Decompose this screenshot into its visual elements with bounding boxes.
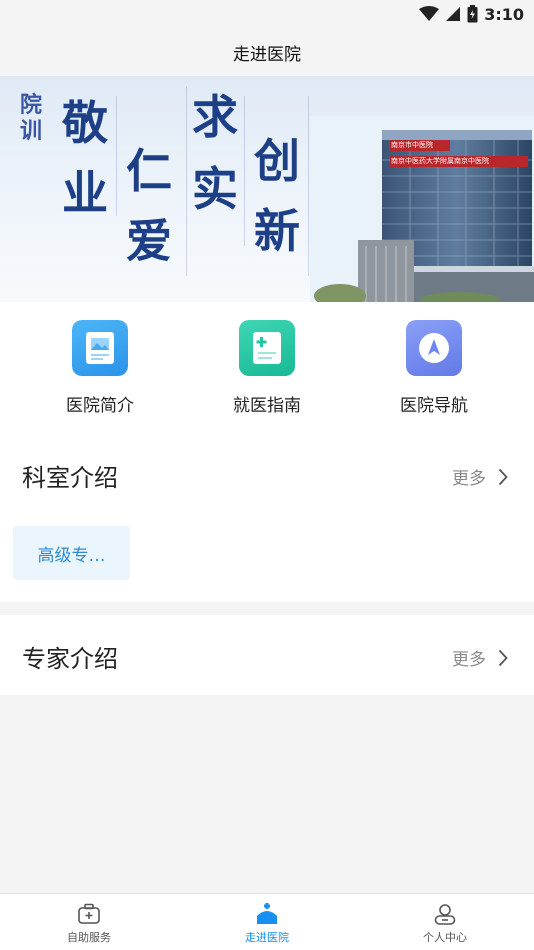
section-title: 专家介绍 <box>22 645 118 673</box>
medical-kit-icon <box>78 903 100 924</box>
more-label: 更多 <box>452 469 486 489</box>
battery-icon <box>467 5 478 23</box>
banner-divider <box>116 96 117 216</box>
wifi-icon <box>419 6 440 21</box>
nav-personal-center[interactable]: 个人中心 <box>356 894 534 950</box>
hospital-banner[interactable]: 院训 敬 业 仁 爱 求 实 创 新 南京市中医院 南京中医药大学附属南京中医院 <box>0 76 534 302</box>
quick-entry-label: 医院导航 <box>400 396 468 416</box>
medical-guide-entry[interactable]: 就医指南 <box>192 320 342 420</box>
banner-divider <box>308 96 309 276</box>
banner-divider <box>244 96 245 246</box>
expert-section-header: 专家介绍 更多 <box>0 615 534 695</box>
expert-section: 专家介绍 更多 <box>0 615 534 695</box>
user-icon <box>434 904 456 925</box>
banner-char: 爱 <box>126 214 172 268</box>
banner-char: 业 <box>62 166 108 220</box>
status-time: 3:10 <box>484 4 524 24</box>
status-bar: 3:10 <box>0 0 534 28</box>
bottom-navigation: 自助服务 走进医院 个人中心 <box>0 893 534 950</box>
department-tag[interactable]: 高级专… <box>13 526 130 580</box>
department-section-header: 科室介绍 更多 <box>0 434 534 514</box>
hospital-icon <box>257 903 277 924</box>
building-sign-text: 南京市中医院 <box>391 141 433 149</box>
building-sign-text: 南京中医药大学附属南京中医院 <box>391 157 489 165</box>
quick-entry-label: 就医指南 <box>233 396 301 416</box>
department-section: 科室介绍 更多 高级专… <box>0 434 534 602</box>
quick-entry-label: 医院简介 <box>66 396 134 416</box>
nav-label: 个人中心 <box>423 931 467 944</box>
banner-motto: 院训 <box>19 92 42 144</box>
quick-entry-panel: 医院简介 就医指南 医院导航 <box>0 302 534 434</box>
chevron-right-icon <box>498 649 508 666</box>
banner-char: 新 <box>254 204 300 258</box>
banner-char: 创 <box>254 134 300 188</box>
document-image-icon <box>72 320 128 376</box>
nav-hospital[interactable]: 走进医院 <box>178 894 356 950</box>
banner-char: 实 <box>192 162 238 216</box>
banner-char: 敬 <box>62 96 108 150</box>
hospital-intro-entry[interactable]: 医院简介 <box>25 320 175 420</box>
navigation-compass-icon <box>406 320 462 376</box>
hospital-navigation-entry[interactable]: 医院导航 <box>359 320 509 420</box>
nav-self-service[interactable]: 自助服务 <box>0 894 178 950</box>
nav-label: 自助服务 <box>67 931 111 944</box>
more-label: 更多 <box>452 650 486 670</box>
section-title: 科室介绍 <box>22 464 118 492</box>
title-bar: 走进医院 <box>0 28 534 76</box>
department-more-button[interactable]: 更多 <box>452 464 508 489</box>
nav-label: 走进医院 <box>245 931 289 944</box>
signal-icon <box>446 7 461 21</box>
chevron-right-icon <box>498 468 508 485</box>
banner-char: 仁 <box>126 144 172 198</box>
banner-divider <box>186 86 187 276</box>
status-icons: 3:10 <box>419 3 524 25</box>
page-title: 走进医院 <box>233 44 301 65</box>
expert-more-button[interactable]: 更多 <box>452 645 508 670</box>
banner-char: 求 <box>192 90 238 144</box>
medical-document-icon <box>239 320 295 376</box>
